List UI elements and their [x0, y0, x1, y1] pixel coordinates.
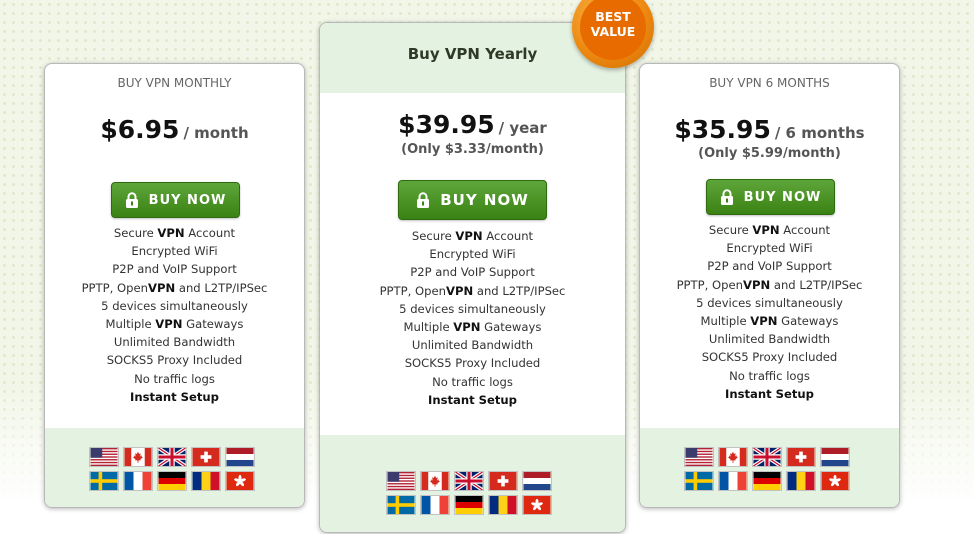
- plan-name: BUY VPN 6 MONTHS: [709, 76, 830, 90]
- lock-icon: [720, 189, 733, 205]
- feature-item: Secure VPN Account: [708, 223, 831, 237]
- canada-flag-icon: [718, 447, 748, 467]
- price-amount: $39.95: [398, 110, 495, 139]
- us-flag-icon: [89, 447, 119, 467]
- price-amount: $35.95: [674, 115, 771, 144]
- feature-item: No traffic logs: [134, 371, 215, 386]
- flag-grid: [386, 471, 552, 515]
- feature-item: Secure VPN Account: [411, 229, 534, 243]
- romania-flag-icon: [191, 471, 221, 491]
- price-per-month: (Only $3.33/month): [401, 142, 544, 157]
- feature-item: P2P and VoIP Support: [707, 259, 832, 274]
- buy-now-label: BUY NOW: [440, 191, 529, 209]
- feature-item: Instant Setup: [428, 392, 517, 407]
- us-flag-icon: [386, 471, 416, 491]
- feature-item: Unlimited Bandwidth: [708, 332, 831, 347]
- plan-price: $39.95/ year: [320, 110, 625, 139]
- flag-panel: [640, 428, 899, 507]
- price-period: / month: [183, 124, 249, 142]
- price-period: / 6 months: [774, 124, 865, 142]
- feature-item: 5 devices simultaneously: [696, 295, 843, 310]
- sweden-flag-icon: [684, 471, 714, 491]
- netherlands-flag-icon: [820, 447, 850, 467]
- romania-flag-icon: [488, 495, 518, 515]
- feature-item: Encrypted WiFi: [429, 247, 516, 262]
- france-flag-icon: [420, 495, 450, 515]
- feature-item: No traffic logs: [729, 368, 810, 383]
- feature-item: 5 devices simultaneously: [101, 298, 248, 313]
- france-flag-icon: [123, 471, 153, 491]
- feature-item: Multiple VPN Gateways: [403, 319, 542, 334]
- plan-name: BUY VPN MONTHLY: [117, 76, 232, 90]
- feature-item: Unlimited Bandwidth: [113, 335, 236, 350]
- flag-grid: [684, 447, 850, 491]
- buy-now-label: BUY NOW: [148, 192, 227, 208]
- netherlands-flag-icon: [522, 471, 552, 491]
- feature-item: P2P and VoIP Support: [112, 262, 237, 277]
- feature-item: 5 devices simultaneously: [399, 301, 546, 316]
- feature-item: Encrypted WiFi: [726, 241, 813, 256]
- feature-list: Secure VPN Account Encrypted WiFi P2P an…: [320, 227, 625, 409]
- lock-icon: [125, 192, 138, 208]
- hong-kong-flag-icon: [820, 471, 850, 491]
- badge-line-1: BEST: [595, 9, 631, 24]
- hong-kong-flag-icon: [225, 471, 255, 491]
- buy-now-label: BUY NOW: [743, 189, 822, 205]
- buy-now-button[interactable]: BUY NOW: [111, 182, 240, 218]
- germany-flag-icon: [752, 471, 782, 491]
- feature-item: Instant Setup: [725, 386, 814, 401]
- germany-flag-icon: [157, 471, 187, 491]
- badge-line-2: VALUE: [590, 24, 636, 39]
- feature-item: Multiple VPN Gateways: [105, 316, 244, 331]
- price-period: / year: [498, 119, 547, 137]
- lock-icon: [417, 192, 430, 208]
- buy-now-button[interactable]: BUY NOW: [706, 179, 835, 215]
- feature-list: Secure VPN Account Encrypted WiFi P2P an…: [45, 224, 304, 406]
- feature-item: Multiple VPN Gateways: [700, 313, 839, 328]
- sweden-flag-icon: [386, 495, 416, 515]
- romania-flag-icon: [786, 471, 816, 491]
- feature-item: PPTP, OpenVPN and L2TP/IPSec: [379, 283, 566, 298]
- switzerland-flag-icon: [191, 447, 221, 467]
- badge-inner: BEST VALUE: [580, 0, 646, 60]
- feature-item: SOCKS5 Proxy Included: [404, 356, 541, 371]
- flag-grid: [89, 447, 255, 491]
- plan-price: $6.95/ month: [45, 115, 304, 144]
- price-per-month: (Only $5.99/month): [698, 146, 841, 161]
- feature-item: SOCKS5 Proxy Included: [701, 350, 838, 365]
- us-flag-icon: [684, 447, 714, 467]
- price-amount: $6.95: [100, 115, 180, 144]
- uk-flag-icon: [454, 471, 484, 491]
- buy-now-button[interactable]: BUY NOW: [398, 180, 547, 220]
- sweden-flag-icon: [89, 471, 119, 491]
- feature-item: P2P and VoIP Support: [410, 265, 535, 280]
- hong-kong-flag-icon: [522, 495, 552, 515]
- feature-item: Encrypted WiFi: [131, 244, 218, 259]
- feature-item: SOCKS5 Proxy Included: [106, 353, 243, 368]
- canada-flag-icon: [123, 447, 153, 467]
- feature-item: PPTP, OpenVPN and L2TP/IPSec: [81, 280, 268, 295]
- plan-card-monthly: BUY VPN MONTHLY $6.95/ month BUY NOW Sec…: [44, 63, 305, 508]
- feature-list: Secure VPN Account Encrypted WiFi P2P an…: [640, 221, 899, 403]
- switzerland-flag-icon: [488, 471, 518, 491]
- flag-panel: [45, 428, 304, 507]
- feature-item: Instant Setup: [130, 389, 219, 404]
- netherlands-flag-icon: [225, 447, 255, 467]
- plan-card-6-months: BUY VPN 6 MONTHS $35.95/ 6 months (Only …: [639, 63, 900, 508]
- flag-panel: [320, 435, 625, 532]
- plan-card-yearly: Buy VPN Yearly $39.95/ year (Only $3.33/…: [319, 22, 626, 533]
- uk-flag-icon: [157, 447, 187, 467]
- france-flag-icon: [718, 471, 748, 491]
- plan-price: $35.95/ 6 months: [640, 115, 899, 144]
- feature-item: PPTP, OpenVPN and L2TP/IPSec: [676, 277, 863, 292]
- uk-flag-icon: [752, 447, 782, 467]
- canada-flag-icon: [420, 471, 450, 491]
- germany-flag-icon: [454, 495, 484, 515]
- switzerland-flag-icon: [786, 447, 816, 467]
- feature-item: No traffic logs: [432, 374, 513, 389]
- feature-item: Unlimited Bandwidth: [411, 338, 534, 353]
- feature-item: Secure VPN Account: [113, 226, 236, 240]
